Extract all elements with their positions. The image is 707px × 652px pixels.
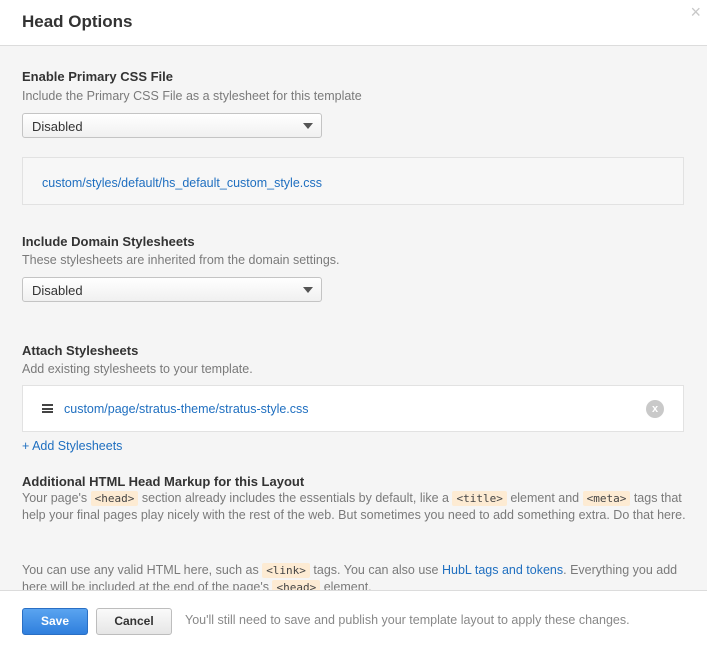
attach-stylesheets-description: Add existing stylesheets to your templat… — [22, 362, 253, 376]
text: tags. You can also use — [309, 563, 442, 577]
text: Your page's — [22, 491, 91, 505]
text: element and — [506, 491, 583, 505]
head-options-dialog: Head Options × Enable Primary CSS File I… — [0, 0, 707, 652]
attach-stylesheets-title: Attach Stylesheets — [22, 343, 139, 358]
head-markup-title: Additional HTML Head Markup for this Lay… — [22, 474, 305, 489]
close-icon[interactable]: × — [690, 3, 701, 21]
dialog-body[interactable]: Enable Primary CSS File Include the Prim… — [0, 46, 707, 590]
domain-stylesheets-title: Include Domain Stylesheets — [22, 234, 195, 249]
remove-icon[interactable]: x — [646, 400, 664, 418]
domain-stylesheets-description: These stylesheets are inherited from the… — [22, 253, 340, 267]
cancel-button[interactable]: Cancel — [96, 608, 172, 635]
drag-handle-icon[interactable] — [42, 404, 53, 413]
domain-stylesheets-select[interactable]: Disabled — [22, 277, 322, 302]
code-head: <head> — [90, 491, 139, 506]
code-title: <title> — [452, 491, 507, 506]
primary-css-select-value: Disabled — [32, 119, 83, 134]
hubl-tags-link[interactable]: HubL tags and tokens — [442, 563, 563, 577]
primary-css-file-link[interactable]: custom/styles/default/hs_default_custom_… — [42, 176, 322, 190]
code-meta: <meta> — [582, 491, 631, 506]
code-head: <head> — [272, 580, 321, 590]
primary-css-file-box: custom/styles/default/hs_default_custom_… — [22, 157, 684, 205]
code-link: <link> — [262, 563, 310, 578]
text: section already includes the essentials … — [138, 491, 453, 505]
primary-css-description: Include the Primary CSS File as a styles… — [22, 89, 362, 103]
head-markup-paragraph-1: Your page's <head> section already inclu… — [22, 490, 690, 524]
stylesheet-link[interactable]: custom/page/stratus-theme/stratus-style.… — [64, 402, 309, 416]
add-stylesheets-link[interactable]: + Add Stylesheets — [22, 439, 122, 453]
text: element. — [320, 580, 372, 590]
chevron-down-icon — [303, 123, 313, 129]
footer-note: You'll still need to save and publish yo… — [185, 613, 630, 627]
dialog-footer: Save Cancel You'll still need to save an… — [0, 590, 707, 652]
head-markup-paragraph-2: You can use any valid HTML here, such as… — [22, 562, 690, 590]
dialog-title: Head Options — [22, 12, 133, 31]
chevron-down-icon — [303, 287, 313, 293]
primary-css-select[interactable]: Disabled — [22, 113, 322, 138]
text: You can use any valid HTML here, such as — [22, 563, 263, 577]
dialog-header: Head Options × — [0, 0, 707, 46]
save-button[interactable]: Save — [22, 608, 88, 635]
primary-css-title: Enable Primary CSS File — [22, 69, 174, 84]
domain-stylesheets-select-value: Disabled — [32, 283, 83, 298]
stylesheet-row: custom/page/stratus-theme/stratus-style.… — [22, 385, 684, 432]
